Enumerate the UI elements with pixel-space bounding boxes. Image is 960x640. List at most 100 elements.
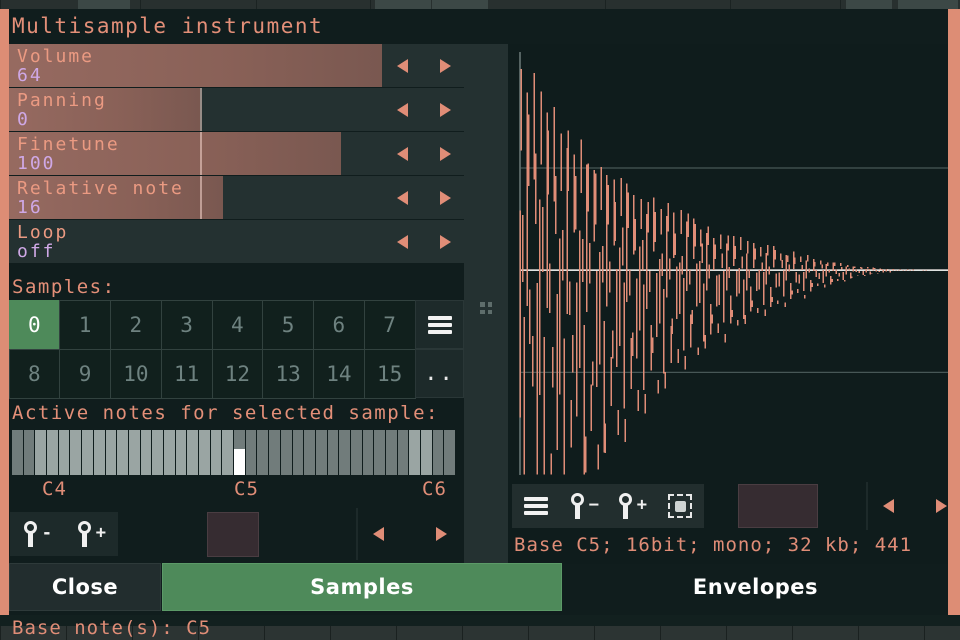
note-key-7[interactable] [93, 430, 106, 475]
note-key-26[interactable] [315, 430, 328, 475]
note-key-34[interactable] [409, 430, 422, 475]
note-key-32[interactable] [386, 430, 398, 475]
param-decrement-arrow[interactable] [397, 147, 408, 161]
note-key-27[interactable] [327, 430, 340, 475]
note-key-19[interactable] [234, 430, 246, 475]
key-plus-icon[interactable]: + [76, 521, 106, 547]
sample-slot-9[interactable]: 9 [59, 348, 111, 399]
param-slider-center-mark [200, 132, 203, 175]
param-decrement-arrow[interactable] [397, 235, 408, 249]
note-key-13[interactable] [163, 430, 176, 475]
param-increment-arrow[interactable] [440, 59, 451, 73]
param-slider-loop[interactable]: Loop off [9, 220, 464, 263]
wave-menu-button[interactable] [512, 484, 560, 528]
note-preview-box[interactable] [207, 512, 259, 557]
note-key-24[interactable] [292, 430, 305, 475]
note-key-31[interactable] [374, 430, 386, 475]
param-stepper [384, 176, 464, 219]
note-key-16[interactable] [199, 430, 211, 475]
waveform-preview-box[interactable] [738, 484, 818, 528]
param-increment-arrow[interactable] [440, 147, 451, 161]
note-key-0[interactable] [12, 430, 24, 475]
sample-slot-8[interactable]: 8 [8, 348, 61, 399]
param-value: 64 [17, 65, 43, 86]
note-key-33[interactable] [397, 430, 410, 475]
param-decrement-arrow[interactable] [397, 191, 408, 205]
note-key-4[interactable] [58, 430, 71, 475]
waveform-next-arrow[interactable] [936, 499, 947, 513]
param-slider-panning[interactable]: Panning 0 [9, 88, 464, 131]
note-key-14[interactable] [175, 430, 188, 475]
sample-slot-13[interactable]: 13 [262, 348, 314, 399]
param-decrement-arrow[interactable] [397, 103, 408, 117]
note-key-15[interactable] [187, 430, 199, 475]
sample-slot-12[interactable]: 12 [211, 348, 264, 399]
note-key-29[interactable] [350, 430, 363, 475]
waveform-display[interactable] [508, 44, 948, 479]
note-key-25[interactable] [304, 430, 316, 475]
left-panel-next-arrow[interactable] [436, 527, 447, 541]
note-key-12[interactable] [152, 430, 164, 475]
samples-menu-button[interactable] [415, 300, 464, 349]
splitter-grip-icon [480, 302, 492, 314]
param-decrement-arrow[interactable] [397, 59, 408, 73]
param-increment-arrow[interactable] [440, 103, 451, 117]
sample-slot-6[interactable]: 6 [313, 299, 365, 350]
tab-envelopes[interactable]: Envelopes [563, 563, 948, 611]
sample-slot-0[interactable]: 0 [8, 299, 61, 350]
param-stepper [384, 220, 464, 263]
panel-splitter[interactable] [464, 44, 508, 564]
sample-slot-1[interactable]: 1 [59, 299, 111, 350]
tab-samples[interactable]: Samples [162, 563, 562, 611]
sample-slot-7[interactable]: 7 [363, 299, 416, 350]
close-button[interactable]: Close [9, 563, 161, 611]
note-key-37[interactable] [444, 430, 456, 475]
note-key-10[interactable] [128, 430, 141, 475]
sample-slot-5[interactable]: 5 [262, 299, 314, 350]
samples-grid[interactable]: 0 1 2 3 4 5 6 7 8 9 10 11 12 13 14 15 [8, 299, 416, 399]
note-key-5[interactable] [70, 430, 83, 475]
note-key-1[interactable] [23, 430, 36, 475]
wave-select-button[interactable] [656, 484, 704, 528]
note-key-22[interactable] [269, 430, 281, 475]
wave-key-plus-button[interactable]: + [608, 484, 656, 528]
samples-grid-wrapper: 0 1 2 3 4 5 6 7 8 9 10 11 12 13 14 15 .. [8, 299, 464, 399]
note-key-18[interactable] [222, 430, 235, 475]
note-key-20[interactable] [245, 430, 258, 475]
sample-slot-4[interactable]: 4 [211, 299, 264, 350]
note-key-21[interactable] [257, 430, 270, 475]
param-label: Finetune [17, 134, 120, 155]
active-notes-keyboard[interactable] [12, 430, 456, 475]
note-key-23[interactable] [280, 430, 293, 475]
left-panel-prev-arrow[interactable] [373, 527, 384, 541]
note-key-28[interactable] [339, 430, 351, 475]
note-key-17[interactable] [210, 430, 223, 475]
waveform-prev-arrow[interactable] [883, 499, 894, 513]
param-slider-finetune[interactable]: Finetune 100 [9, 132, 464, 175]
note-key-35[interactable] [421, 430, 433, 475]
sample-slot-2[interactable]: 2 [110, 299, 162, 350]
note-key-30[interactable] [362, 430, 375, 475]
note-key-8[interactable] [105, 430, 118, 475]
key-minus-icon[interactable]: - [22, 521, 52, 547]
sample-slot-11[interactable]: 11 [160, 348, 213, 399]
note-key-6[interactable] [82, 430, 94, 475]
sample-slot-3[interactable]: 3 [160, 299, 213, 350]
samples-more-button[interactable]: .. [415, 349, 464, 398]
param-value: 16 [17, 197, 43, 218]
sample-slot-15[interactable]: 15 [363, 348, 416, 399]
sample-slot-14[interactable]: 14 [313, 348, 365, 399]
note-key-2[interactable] [35, 430, 48, 475]
param-slider-relative-note[interactable]: Relative note 16 [9, 176, 464, 219]
note-key-36[interactable] [432, 430, 445, 475]
sample-slot-10[interactable]: 10 [110, 348, 162, 399]
note-key-11[interactable] [140, 430, 153, 475]
param-increment-arrow[interactable] [440, 235, 451, 249]
note-key-9[interactable] [117, 430, 129, 475]
hamburger-menu-icon [524, 497, 548, 515]
note-key-3[interactable] [47, 430, 59, 475]
wave-key-minus-button[interactable]: − [560, 484, 608, 528]
param-increment-arrow[interactable] [440, 191, 451, 205]
param-slider-volume[interactable]: Volume 64 [9, 44, 464, 87]
page-title: Multisample instrument [12, 14, 324, 38]
